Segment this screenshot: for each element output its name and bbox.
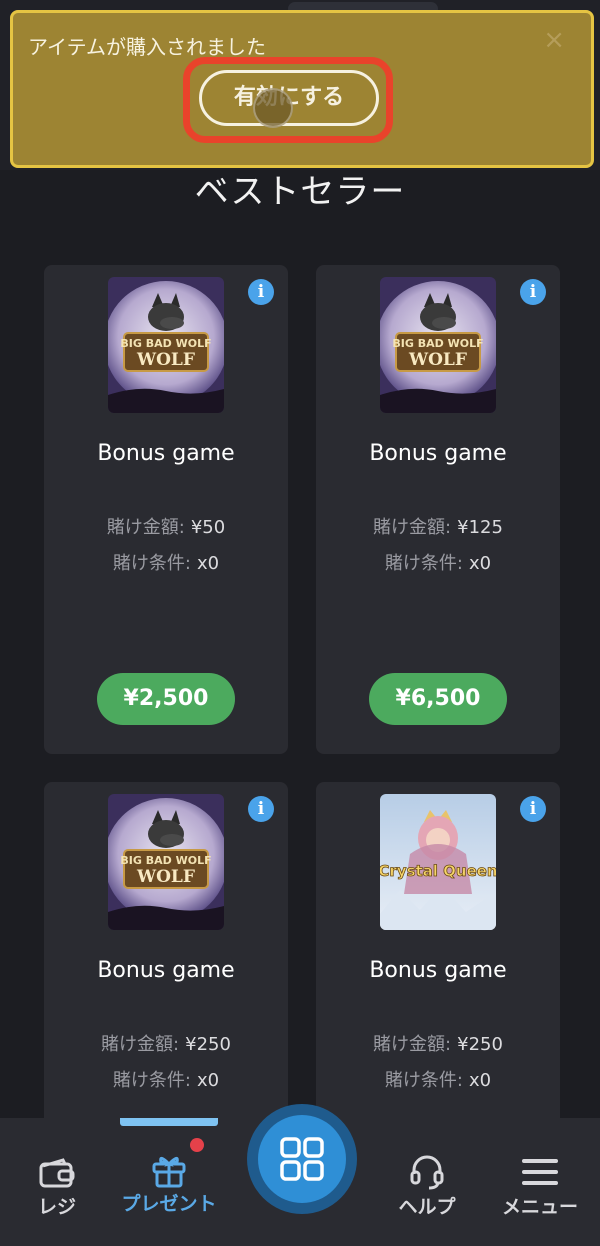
product-card[interactable]: BIG BAD WOLF WOLF i Bonus game 賭け金額: ¥250…: [44, 782, 288, 1142]
nav-label: プレゼント: [121, 1193, 217, 1215]
nav-item-menu[interactable]: メニュー: [485, 1118, 595, 1246]
nav-label: メニュー: [501, 1196, 578, 1218]
game-thumbnail-big-bad-wolf[interactable]: BIG BAD WOLF WOLF: [108, 277, 224, 413]
bet-amount: 賭け金額: ¥50: [44, 513, 288, 539]
bet-label: 賭け金額:: [373, 1034, 452, 1055]
nav-label: ヘルプ: [398, 1196, 456, 1218]
svg-text:BIG BAD WOLF: BIG BAD WOLF: [120, 337, 211, 350]
info-icon[interactable]: i: [248, 279, 274, 305]
notification-dot: [190, 1138, 204, 1152]
bet-amount: 賭け金額: ¥250: [316, 1030, 560, 1056]
bet-label: 賭け金額:: [106, 517, 185, 538]
nav-item-help[interactable]: ヘルプ: [372, 1118, 482, 1246]
bet-label: 賭け金額:: [101, 1034, 180, 1055]
headset-icon: [410, 1155, 444, 1190]
info-icon[interactable]: i: [520, 279, 546, 305]
gift-icon: [152, 1157, 186, 1188]
bet-value: ¥125: [457, 517, 503, 538]
game-thumbnail-big-bad-wolf[interactable]: BIG BAD WOLF WOLF: [380, 277, 496, 413]
wager-condition: 賭け条件: x0: [316, 549, 560, 575]
condition-value: x0: [468, 1070, 492, 1091]
bet-value: ¥50: [190, 517, 226, 538]
wager-condition: 賭け条件: x0: [44, 1066, 288, 1092]
bet-amount: 賭け金額: ¥250: [44, 1030, 288, 1056]
condition-value: x0: [468, 553, 492, 574]
section-title: ベストセラー: [194, 172, 406, 212]
games-button[interactable]: [247, 1104, 357, 1214]
svg-text:WOLF: WOLF: [136, 350, 195, 370]
bet-value: ¥250: [185, 1034, 231, 1055]
svg-text:BIG BAD WOLF: BIG BAD WOLF: [392, 337, 483, 350]
nav-item-present[interactable]: プレゼント: [114, 1118, 224, 1246]
games-button-inner[interactable]: [258, 1115, 346, 1203]
product-card[interactable]: BIG BAD WOLF WOLF i Bonus game 賭け金額: ¥50 …: [44, 265, 288, 754]
svg-text:WOLF: WOLF: [408, 350, 467, 370]
buy-button[interactable]: ¥6,500: [369, 673, 507, 725]
nav-item-cashier[interactable]: レジ: [2, 1118, 112, 1246]
hamburger-icon: [522, 1159, 558, 1185]
buy-button[interactable]: ¥2,500: [97, 673, 235, 725]
info-icon[interactable]: i: [520, 796, 546, 822]
svg-text:Crystal Queen: Crystal Queen: [380, 862, 496, 880]
game-thumbnail-big-bad-wolf[interactable]: BIG BAD WOLF WOLF: [108, 794, 224, 930]
card-title: Bonus game: [97, 441, 235, 466]
product-card[interactable]: BIG BAD WOLF WOLF i Bonus game 賭け金額: ¥125…: [316, 265, 560, 754]
bet-label: 賭け金額:: [373, 517, 452, 538]
card-title: Bonus game: [369, 441, 507, 466]
grid-icon: [280, 1137, 324, 1181]
card-title: Bonus game: [369, 958, 507, 983]
condition-label: 賭け条件:: [384, 553, 463, 574]
wager-condition: 賭け条件: x0: [316, 1066, 560, 1092]
info-icon[interactable]: i: [248, 796, 274, 822]
tap-indicator: [253, 88, 293, 128]
nav-label: レジ: [37, 1196, 76, 1218]
wager-condition: 賭け条件: x0: [44, 549, 288, 575]
product-card[interactable]: Crystal Queen i Bonus game 賭け金額: ¥250 賭け条…: [316, 782, 560, 1142]
bet-amount: 賭け金額: ¥125: [316, 513, 560, 539]
condition-value: x0: [196, 1070, 220, 1091]
condition-label: 賭け条件:: [112, 1070, 191, 1091]
svg-text:BIG BAD WOLF: BIG BAD WOLF: [120, 854, 211, 867]
banner-message: アイテムが購入されました: [28, 35, 266, 59]
wallet-icon: [39, 1158, 75, 1188]
close-icon[interactable]: ×: [543, 25, 565, 55]
game-thumbnail-crystal-queen[interactable]: Crystal Queen: [380, 794, 496, 930]
condition-label: 賭け条件:: [112, 553, 191, 574]
condition-label: 賭け条件:: [384, 1070, 463, 1091]
card-title: Bonus game: [97, 958, 235, 983]
condition-value: x0: [196, 553, 220, 574]
svg-text:WOLF: WOLF: [136, 867, 195, 887]
bet-value: ¥250: [457, 1034, 503, 1055]
